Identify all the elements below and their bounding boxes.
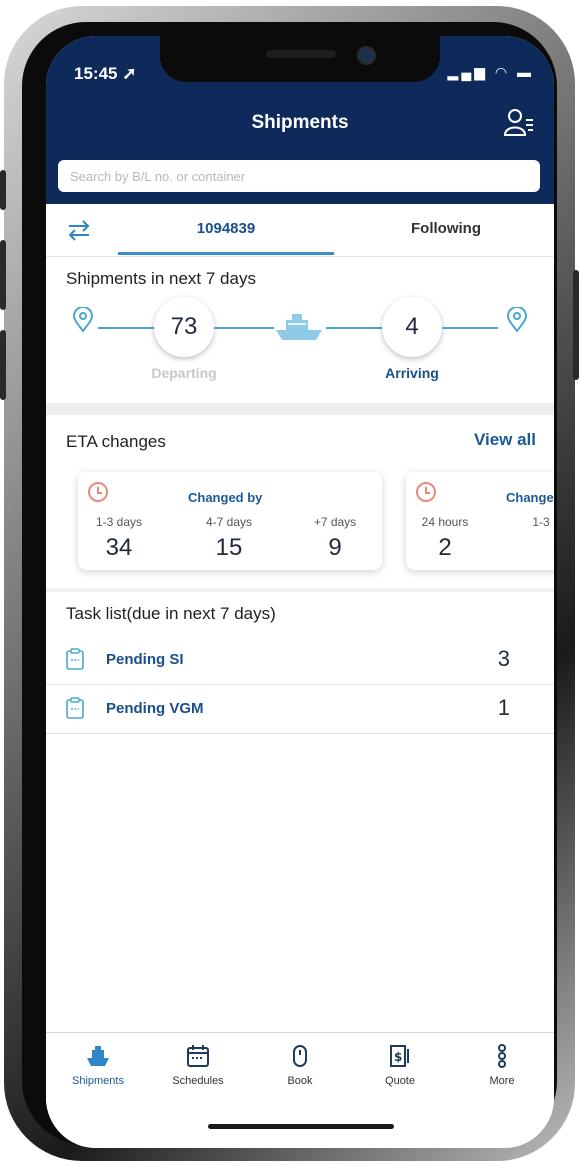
task-count: 3 (497, 646, 510, 671)
eta-changes-section: ETA changes View all Changed by 1-3 days… (46, 416, 554, 592)
status-time: 15:45 ➚ (74, 64, 137, 83)
nav-more[interactable]: More (462, 1043, 542, 1087)
nav-quote[interactable]: $ Quote (360, 1043, 440, 1087)
nav-label: Shipments (72, 1075, 124, 1087)
speaker (266, 50, 336, 58)
calendar-icon (187, 1045, 209, 1067)
task-count: 1 (497, 695, 510, 720)
quote-icon: $ (390, 1045, 409, 1067)
tab-following[interactable]: Following (376, 220, 516, 237)
home-indicator[interactable] (208, 1124, 394, 1129)
bucket-value: 15 (215, 534, 243, 561)
ship-icon (87, 1046, 109, 1066)
tab-indicator (118, 252, 334, 255)
bucket-label: 1-3 days (95, 515, 143, 529)
bucket-value: 34 (105, 534, 133, 561)
nav-book[interactable]: Book (260, 1043, 340, 1087)
bucket-label: 24 hours (421, 515, 469, 529)
route-line (214, 327, 274, 329)
section-title: Shipments in next 7 days (66, 269, 256, 288)
bucket-value: 9 (328, 534, 342, 561)
mute-switch (0, 170, 6, 210)
task-label: Pending VGM (106, 700, 204, 717)
departing-label: Departing (151, 365, 217, 381)
more-icon (498, 1044, 506, 1068)
clipboard-icon (66, 648, 84, 670)
section-title: Task list(due in next 7 days) (66, 604, 276, 623)
card-heading: Changed by (188, 490, 263, 505)
power-button (573, 270, 579, 380)
shipments-next-section: Shipments in next 7 days 73 4 Departing … (46, 257, 554, 403)
clipboard-icon (66, 697, 84, 719)
section-divider (46, 403, 554, 415)
volume-up-button (0, 240, 6, 310)
app-header: 15:45 ➚ ▂▄▆ ◠ ▬ Shipments (46, 36, 554, 204)
ship-icon (276, 314, 322, 340)
camera (357, 46, 376, 65)
profile-icon[interactable] (504, 108, 534, 136)
arriving-label: Arriving (385, 365, 439, 381)
route-line (442, 327, 498, 329)
shipment-tabs: 1094839 Following (46, 204, 554, 257)
bucket-label: 4-7 days (205, 515, 253, 529)
bucket-value: 2 (438, 534, 452, 561)
route-line (326, 327, 382, 329)
mouse-icon (293, 1045, 307, 1067)
page-title: Shipments (251, 112, 349, 133)
nav-label: Quote (385, 1075, 415, 1087)
origin-pin-icon (72, 307, 94, 333)
bucket-label: 1-3 (532, 515, 550, 529)
eta-card[interactable]: Changed by 1-3 days 34 4-7 days 15 +7 da… (78, 472, 382, 570)
swap-icon[interactable] (66, 218, 92, 242)
bottom-nav: Shipments Schedules Book $ Quote More (46, 1032, 554, 1148)
nav-schedules[interactable]: Schedules (158, 1043, 238, 1087)
search-input[interactable] (58, 160, 540, 192)
task-row[interactable]: Pending VGM 1 (46, 685, 554, 734)
section-title: ETA changes (66, 432, 166, 451)
nav-shipments[interactable]: Shipments (58, 1043, 138, 1087)
nav-label: More (489, 1075, 515, 1087)
clock-icon (88, 482, 108, 502)
svg-text:$: $ (394, 1050, 402, 1064)
bucket-label: +7 days (313, 515, 357, 529)
task-row[interactable]: Pending SI 3 (46, 636, 554, 685)
arriving-count[interactable]: 4 (382, 297, 442, 357)
app-screen: 15:45 ➚ ▂▄▆ ◠ ▬ Shipments 1094839 Follow… (46, 36, 554, 1148)
card-heading: Change (506, 490, 554, 505)
view-all-link[interactable]: View all (474, 430, 536, 450)
nav-label: Book (287, 1075, 313, 1087)
nav-label: Schedules (172, 1075, 224, 1087)
eta-card[interactable]: Change 24 hours 2 1-3 (406, 472, 554, 570)
destination-pin-icon (506, 307, 528, 333)
route-line (98, 327, 154, 329)
section-divider (46, 588, 554, 592)
notch (160, 36, 440, 82)
task-label: Pending SI (106, 651, 184, 668)
departing-count[interactable]: 73 (154, 297, 214, 357)
volume-down-button (0, 330, 6, 400)
tab-account[interactable]: 1094839 (118, 220, 334, 237)
status-icons: ▂▄▆ ◠ ▬ (447, 64, 534, 80)
clock-icon (416, 482, 436, 502)
